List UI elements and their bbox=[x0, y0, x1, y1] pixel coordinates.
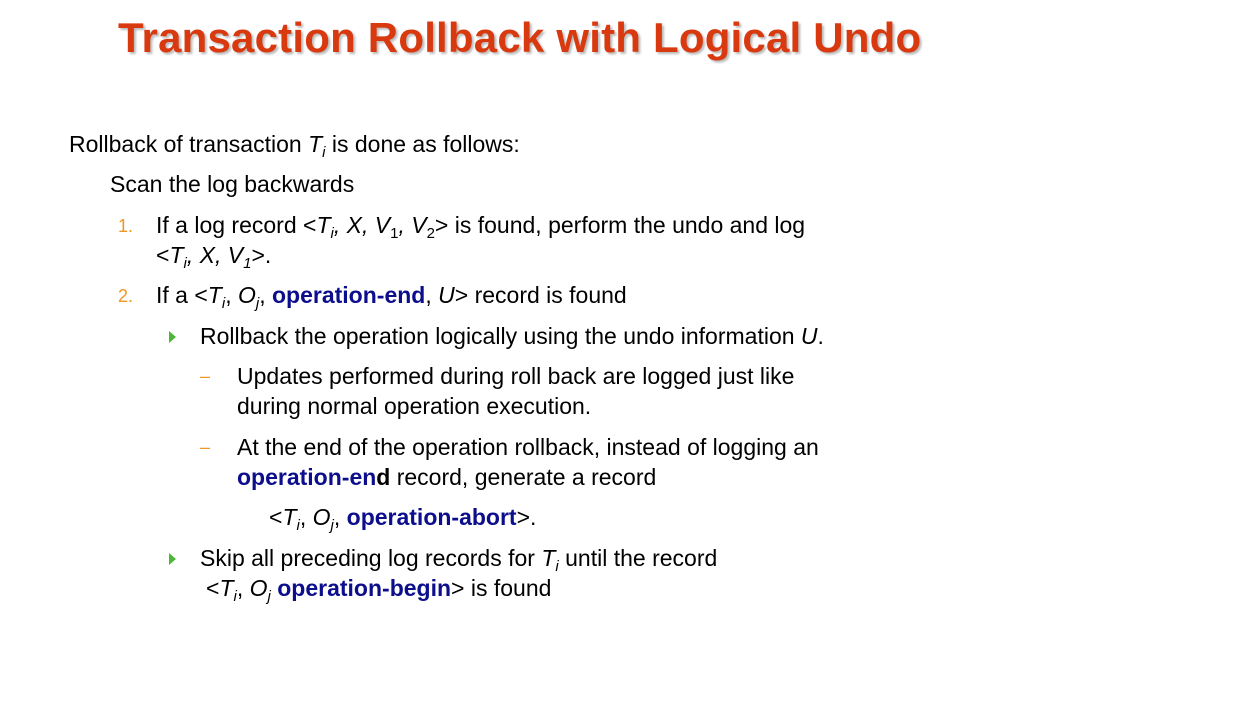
intro-text: Rollback of transaction Ti is done as fo… bbox=[69, 131, 520, 161]
scan-text: Scan the log backwards bbox=[110, 171, 355, 197]
keyword-operation-begin: operation-begin bbox=[277, 575, 452, 601]
dash1-marker: – bbox=[200, 366, 211, 386]
dash2-line1: At the end of the operation rollback, in… bbox=[237, 434, 819, 460]
keyword-operation-end-2: operation-en bbox=[237, 464, 377, 490]
keyword-operation-end: operation-end bbox=[272, 282, 426, 308]
item1-line2: <Ti, X, V1>. bbox=[156, 242, 272, 272]
bullet-arrow-icon bbox=[169, 331, 176, 343]
dash1-line1: Updates performed during roll back are l… bbox=[237, 363, 795, 389]
bullet2-line1: Skip all preceding log records for Ti un… bbox=[200, 545, 718, 575]
abort-record: <Ti, Oj, operation-abort>. bbox=[269, 504, 537, 534]
item2-number: 2. bbox=[118, 286, 134, 306]
bullet1-text: Rollback the operation logically using t… bbox=[200, 323, 824, 349]
dash1-line2: during normal operation execution. bbox=[237, 393, 592, 419]
bullet2-line2: <Ti, Oj operation-begin> is found bbox=[206, 575, 552, 605]
dash2-marker: – bbox=[200, 437, 211, 457]
bullet-arrow-icon bbox=[169, 553, 176, 565]
item1-line1: If a log record <Ti, X, V1, V2> is found… bbox=[156, 212, 806, 242]
slide-title: Transaction Rollback with Logical Undo bbox=[118, 14, 922, 61]
item1-number: 1. bbox=[118, 216, 134, 236]
keyword-operation-abort: operation-abort bbox=[346, 504, 517, 530]
dash2-line2: operation-end record, generate a record bbox=[237, 464, 657, 490]
item2-line: If a <Ti, Oj, operation-end, U> record i… bbox=[156, 282, 627, 312]
